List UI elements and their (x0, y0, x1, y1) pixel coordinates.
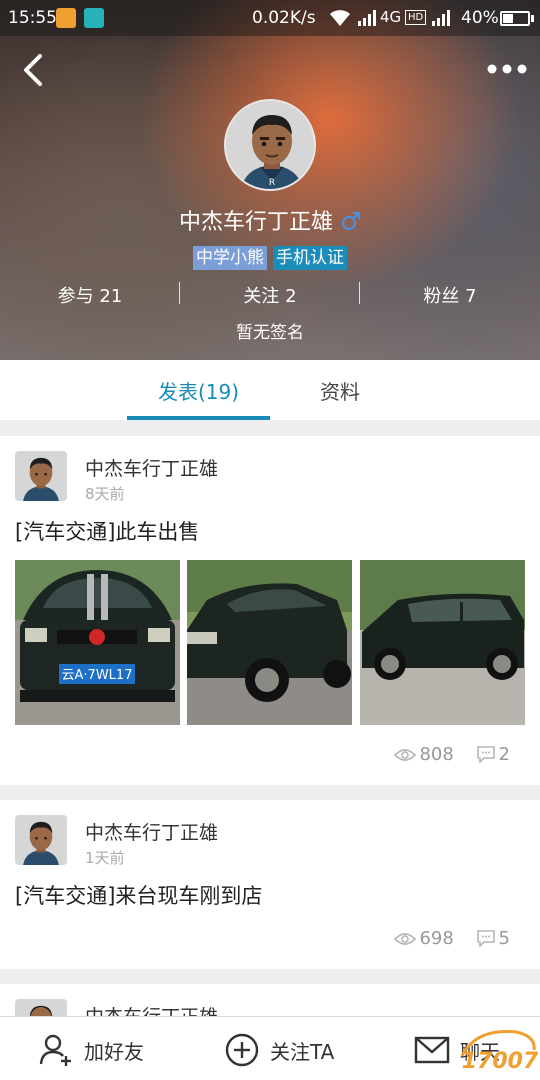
eye-icon (394, 933, 417, 945)
person-add-icon (39, 1034, 71, 1066)
post-title[interactable]: [汽车交通]此车出售 (15, 516, 199, 546)
more-dots-icon (487, 64, 527, 74)
envelope-icon (414, 1036, 450, 1064)
signal-icon-2 (432, 10, 450, 26)
badge-level: 中学小熊 (193, 246, 267, 270)
profile-tabs: 发表(19) 资料 (0, 360, 540, 420)
signal-icon (358, 10, 376, 26)
profile-stats: 参与 21 关注 2 粉丝 7 (0, 280, 540, 308)
battery-percent: 40% (461, 8, 499, 28)
profile-signature: 暂无签名 (236, 323, 304, 343)
avatar-cartoon-icon (15, 451, 67, 501)
stat-following[interactable]: 关注 2 (180, 282, 360, 308)
tab-posts[interactable]: 发表(19) (127, 376, 270, 405)
mail-notification-icon (56, 8, 76, 28)
wifi-icon (330, 10, 350, 26)
comment-icon (476, 746, 495, 764)
add-friend-button[interactable]: 加好友 (38, 1017, 168, 1080)
car-photo-angle (187, 560, 352, 725)
post-author-avatar[interactable] (15, 451, 67, 501)
post-author-avatar[interactable] (15, 815, 67, 865)
add-friend-label: 加好友 (84, 1040, 144, 1064)
svg-text:R: R (269, 178, 275, 188)
post-title[interactable]: [汽车交通]来台现车刚到店 (15, 880, 262, 910)
post-image[interactable]: 云A·7WL17 (15, 560, 180, 725)
profile-name: 中杰车行丁正雄 (178, 210, 333, 235)
post-comments: 2 (498, 744, 510, 765)
post-card[interactable]: 中杰车行丁正雄 8天前 [汽车交通]此车出售 云A·7WL17 808 2 (0, 436, 540, 785)
post-time: 8天前 (85, 485, 125, 503)
license-plate: 云A·7WL17 (62, 668, 133, 683)
post-stats: 698 5 (378, 928, 510, 949)
comment-icon (476, 930, 495, 948)
battery-tip (531, 15, 534, 22)
badge-phone-verified: 手机认证 (273, 246, 347, 270)
network-type: 4G (380, 8, 402, 26)
back-arrow-icon (24, 54, 42, 86)
tab-active-indicator (127, 416, 270, 420)
follow-label: 关注TA (270, 1040, 335, 1064)
post-card[interactable]: 中杰车行丁正雄 1天前 [汽车交通]来台现车刚到店 698 5 (0, 800, 540, 969)
post-views: 698 (419, 928, 454, 949)
battery-icon (500, 11, 530, 26)
avatar-cartoon-icon (15, 815, 67, 865)
hd-indicator: HD (405, 10, 427, 25)
profile-header: 15:55 0.02K/s 4G HD 40% R 中杰车行丁正雄 中学小熊 手… (0, 0, 540, 360)
avatar-cartoon-icon: R (226, 101, 314, 189)
post-time: 1天前 (85, 849, 125, 867)
stat-fans[interactable]: 粉丝 7 (360, 282, 540, 308)
stat-participate[interactable]: 参与 21 (0, 282, 180, 308)
post-stats: 808 2 (378, 744, 510, 765)
screenshot-notification-icon (84, 8, 104, 28)
back-button[interactable] (14, 48, 54, 92)
car-photo-side (360, 560, 525, 725)
site-watermark-logo: 17007 (460, 1030, 538, 1074)
post-comments: 5 (498, 928, 510, 949)
tab-info[interactable]: 资料 (300, 376, 380, 405)
battery-level (503, 14, 513, 23)
car-photo-front: 云A·7WL17 (15, 560, 180, 725)
profile-avatar[interactable]: R (224, 99, 316, 191)
post-image[interactable] (187, 560, 352, 725)
more-button[interactable] (484, 56, 530, 82)
eye-icon (394, 749, 417, 761)
male-icon (341, 211, 361, 231)
network-speed: 0.02K/s (252, 8, 316, 28)
watermark-text: 17007 (462, 1049, 538, 1074)
follow-button[interactable]: 关注TA (224, 1017, 354, 1080)
profile-badges: 中学小熊 手机认证 (0, 246, 540, 270)
status-bar: 15:55 0.02K/s 4G HD 40% (0, 0, 540, 36)
profile-name-row: 中杰车行丁正雄 (0, 204, 540, 236)
status-time: 15:55 (8, 8, 57, 28)
post-author-name[interactable]: 中杰车行丁正雄 (85, 454, 218, 481)
post-author-name[interactable]: 中杰车行丁正雄 (85, 818, 218, 845)
post-views: 808 (419, 744, 454, 765)
post-image[interactable] (360, 560, 525, 725)
plus-circle-icon (225, 1033, 259, 1067)
